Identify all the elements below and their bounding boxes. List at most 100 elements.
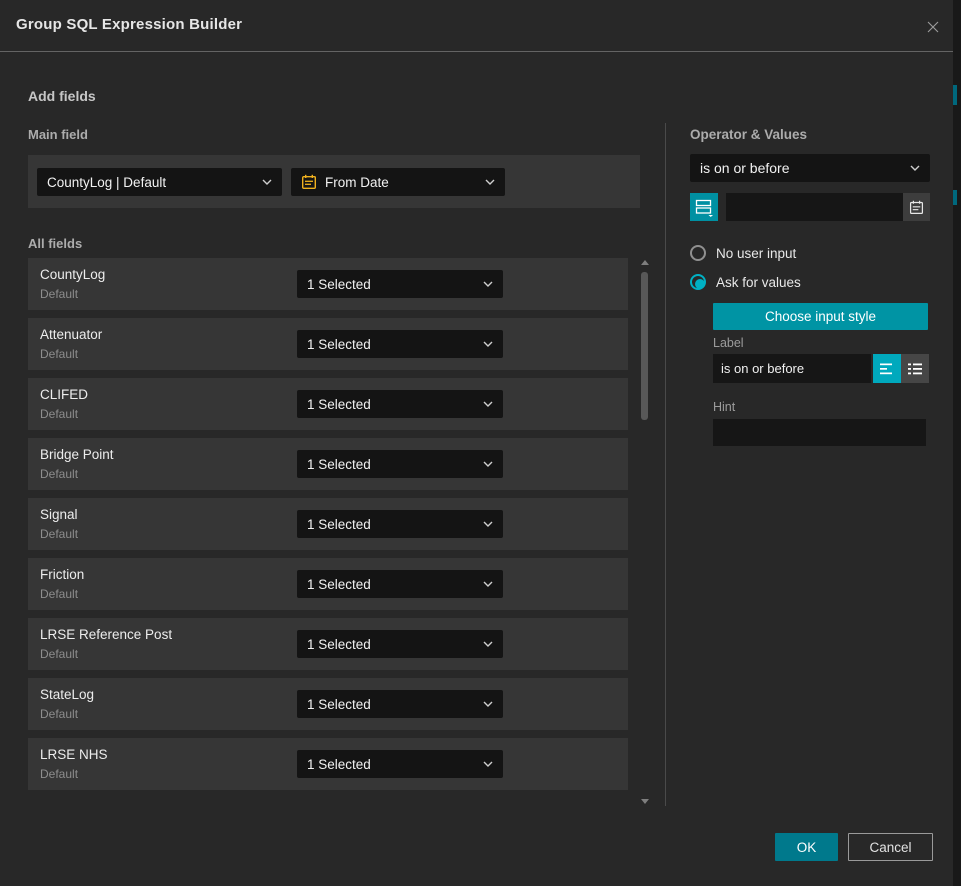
all-fields-label: All fields (28, 236, 82, 251)
field-selection-dropdown[interactable]: 1 Selected (297, 270, 503, 298)
chevron-down-icon (485, 179, 495, 185)
field-row: Attenuator Default 1 Selected (28, 318, 628, 370)
add-fields-heading: Add fields (28, 88, 96, 104)
date-value-wrap (726, 193, 930, 221)
field-type: Default (40, 407, 78, 421)
main-field-panel: CountyLog | Default From Date (28, 155, 640, 208)
chevron-down-icon (483, 641, 493, 647)
field-selection-value: 1 Selected (307, 577, 477, 592)
chevron-down-icon (483, 401, 493, 407)
chevron-down-icon (483, 701, 493, 707)
field-name: Signal (40, 507, 78, 522)
scroll-up-arrow[interactable] (641, 260, 649, 265)
date-value-input[interactable] (726, 193, 930, 221)
field-name: CountyLog (40, 267, 105, 282)
field-selection-dropdown[interactable]: 1 Selected (297, 510, 503, 538)
field-name: CLIFED (40, 387, 88, 402)
chevron-down-icon (910, 165, 920, 171)
field-row: LRSE NHS Default 1 Selected (28, 738, 628, 790)
value-type-icon (694, 197, 714, 217)
field-row: Bridge Point Default 1 Selected (28, 438, 628, 490)
main-field-select[interactable]: From Date (291, 168, 505, 196)
panel-divider (665, 123, 666, 806)
list-input-toggle[interactable] (901, 354, 929, 383)
operator-select[interactable]: is on or before (690, 154, 930, 182)
chevron-down-icon (483, 461, 493, 467)
field-row: CLIFED Default 1 Selected (28, 378, 628, 430)
operator-values-heading: Operator & Values (690, 127, 807, 142)
ok-button[interactable]: OK (775, 833, 838, 861)
main-field-select-value: From Date (325, 175, 479, 190)
field-name: Friction (40, 567, 84, 582)
scrollbar-thumb[interactable] (641, 272, 648, 420)
operator-select-value: is on or before (700, 160, 904, 176)
close-icon (925, 19, 941, 35)
choose-input-style-button[interactable]: Choose input style (713, 303, 928, 330)
layer-select[interactable]: CountyLog | Default (37, 168, 282, 196)
field-selection-dropdown[interactable]: 1 Selected (297, 330, 503, 358)
chevron-down-icon (262, 179, 272, 185)
label-input[interactable] (713, 354, 871, 383)
field-selection-value: 1 Selected (307, 697, 477, 712)
field-type: Default (40, 467, 78, 481)
background-app-strip (953, 0, 961, 886)
single-line-input-toggle[interactable] (873, 354, 901, 383)
calendar-icon (909, 200, 924, 215)
field-type: Default (40, 587, 78, 601)
value-input-row (690, 193, 930, 221)
field-selection-value: 1 Selected (307, 457, 477, 472)
hint-caption: Hint (713, 400, 735, 414)
calendar-date-icon (301, 174, 317, 190)
layer-select-value: CountyLog | Default (47, 175, 256, 190)
label-caption: Label (713, 336, 744, 350)
field-selection-value: 1 Selected (307, 517, 477, 532)
field-selection-dropdown[interactable]: 1 Selected (297, 390, 503, 418)
screen: Group SQL Expression Builder Add fields … (0, 0, 961, 886)
radio-no-user-input[interactable]: No user input (690, 245, 796, 261)
field-type: Default (40, 647, 78, 661)
radio-ask-for-values-label: Ask for values (716, 275, 801, 290)
field-selection-dropdown[interactable]: 1 Selected (297, 690, 503, 718)
field-selection-value: 1 Selected (307, 637, 477, 652)
background-accent-mark (953, 85, 957, 105)
close-button[interactable] (923, 17, 943, 37)
field-selection-dropdown[interactable]: 1 Selected (297, 630, 503, 658)
hint-input[interactable] (713, 419, 926, 446)
field-selection-dropdown[interactable]: 1 Selected (297, 750, 503, 778)
radio-circle-selected-icon (690, 274, 706, 290)
group-sql-expression-builder-dialog: Group SQL Expression Builder Add fields … (0, 0, 953, 886)
field-selection-value: 1 Selected (307, 337, 477, 352)
field-selection-value: 1 Selected (307, 757, 477, 772)
field-type: Default (40, 527, 78, 541)
field-type: Default (40, 767, 78, 781)
field-row: Signal Default 1 Selected (28, 498, 628, 550)
chevron-down-icon (483, 521, 493, 527)
dialog-titlebar: Group SQL Expression Builder (0, 0, 953, 52)
field-type: Default (40, 287, 78, 301)
background-accent-mark (953, 190, 957, 205)
radio-ask-for-values[interactable]: Ask for values (690, 274, 801, 290)
date-picker-button[interactable] (903, 193, 930, 221)
value-type-button[interactable] (690, 193, 718, 221)
field-name: StateLog (40, 687, 94, 702)
field-selection-dropdown[interactable]: 1 Selected (297, 450, 503, 478)
chevron-down-icon (483, 281, 493, 287)
field-selection-value: 1 Selected (307, 397, 477, 412)
main-field-label: Main field (28, 127, 88, 142)
label-row (713, 354, 928, 383)
all-fields-list: CountyLog Default 1 Selected Attenuator … (28, 258, 628, 798)
cancel-button[interactable]: Cancel (848, 833, 933, 861)
chevron-down-icon (483, 761, 493, 767)
field-selection-dropdown[interactable]: 1 Selected (297, 570, 503, 598)
radio-no-user-input-label: No user input (716, 246, 796, 261)
list-scrollbar (641, 258, 648, 806)
field-name: Attenuator (40, 327, 102, 342)
dialog-title: Group SQL Expression Builder (16, 16, 242, 33)
field-row: LRSE Reference Post Default 1 Selected (28, 618, 628, 670)
field-type: Default (40, 707, 78, 721)
scroll-down-arrow[interactable] (641, 799, 649, 804)
field-row: Friction Default 1 Selected (28, 558, 628, 610)
radio-circle-icon (690, 245, 706, 261)
field-row: StateLog Default 1 Selected (28, 678, 628, 730)
align-left-icon (880, 363, 894, 375)
